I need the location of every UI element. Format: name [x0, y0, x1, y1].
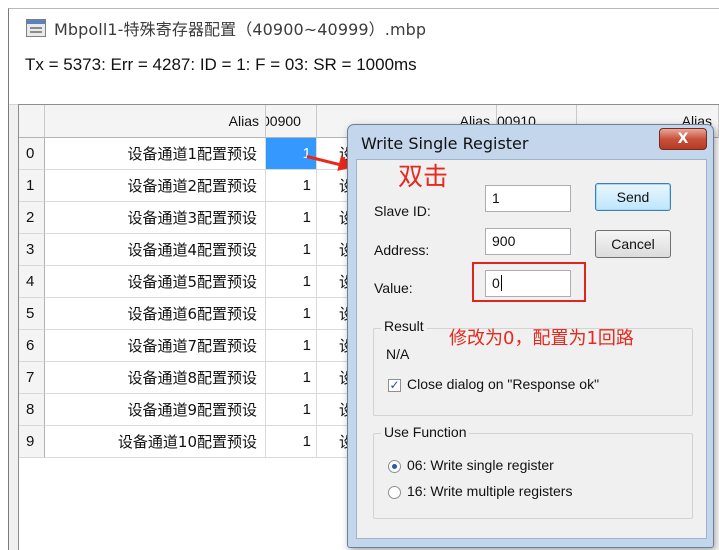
row-index[interactable]: 2 [19, 202, 45, 234]
close-on-ok-checkbox[interactable]: ✓ [388, 379, 401, 392]
row-index[interactable]: 3 [19, 234, 45, 266]
value-cell[interactable]: 1 [266, 170, 317, 202]
slave-id-label: Slave ID: [374, 203, 431, 219]
row-index[interactable]: 6 [19, 330, 45, 362]
alias-cell[interactable]: 设备通道10配置预设 [45, 426, 266, 458]
slave-id-input[interactable]: 1 [485, 185, 571, 212]
value-highlight-box [472, 262, 586, 302]
use-function-group [373, 433, 693, 519]
use-function-title: Use Function [381, 424, 470, 440]
send-button[interactable]: Send [595, 183, 671, 211]
address-label: Address: [374, 242, 430, 258]
value-cell[interactable]: 1 [266, 202, 317, 234]
value-cell[interactable]: 1 [266, 394, 317, 426]
value-cell[interactable]: 1 [266, 330, 317, 362]
alias-cell[interactable]: 设备通道9配置预设 [45, 394, 266, 426]
status-line: Tx = 5373: Err = 4287: ID = 1: F = 03: S… [25, 55, 417, 74]
window-title: Mbpoll1-特殊寄存器配置（40900~40999）.mbp [54, 20, 427, 39]
column-header-alias[interactable]: Alias [45, 105, 266, 138]
double-click-annotation: 双击 [398, 162, 449, 191]
alias-cell[interactable]: 设备通道8配置预设 [45, 362, 266, 394]
function-16-radio[interactable] [388, 486, 401, 499]
column-header-address[interactable]: 00900 [266, 105, 317, 138]
address-input[interactable]: 900 [485, 228, 571, 255]
corner-header [19, 105, 45, 138]
column-header-address-label: 00900 [266, 113, 301, 129]
value-cell[interactable]: 1 [266, 266, 317, 298]
function-06-radio[interactable] [388, 460, 401, 473]
function-06-label: 06: Write single register [407, 457, 554, 473]
close-on-ok-label: Close dialog on "Response ok" [407, 376, 600, 392]
dialog-title: Write Single Register [361, 134, 529, 153]
value-cell[interactable]: 1 [266, 234, 317, 266]
alias-cell[interactable]: 设备通道3配置预设 [45, 202, 266, 234]
title-bar: Mbpoll1-特殊寄存器配置（40900~40999）.mbp [9, 9, 719, 47]
row-index[interactable]: 7 [19, 362, 45, 394]
value-cell[interactable]: 1 [266, 138, 317, 170]
cancel-button[interactable]: Cancel [595, 230, 671, 258]
value-label: Value: [374, 280, 413, 296]
value-cell[interactable]: 1 [266, 426, 317, 458]
value-cell[interactable]: 1 [266, 362, 317, 394]
app-window-icon [26, 19, 46, 37]
function-16-label: 16: Write multiple registers [407, 483, 573, 499]
alias-cell[interactable]: 设备通道7配置预设 [45, 330, 266, 362]
value-cell[interactable]: 1 [266, 298, 317, 330]
alias-cell[interactable]: 设备通道1配置预设 [45, 138, 266, 170]
result-group-title: Result [381, 318, 427, 334]
alias-cell[interactable]: 设备通道4配置预设 [45, 234, 266, 266]
modify-note-annotation: 修改为0，配置为1回路 [449, 328, 634, 349]
dialog-close-button[interactable]: X [659, 128, 707, 150]
row-index[interactable]: 4 [19, 266, 45, 298]
alias-cell[interactable]: 设备通道2配置预设 [45, 170, 266, 202]
alias-cell[interactable]: 设备通道5配置预设 [45, 266, 266, 298]
row-index[interactable]: 0 [19, 138, 45, 170]
row-index[interactable]: 5 [19, 298, 45, 330]
row-index[interactable]: 8 [19, 394, 45, 426]
row-index[interactable]: 9 [19, 426, 45, 458]
result-value: N/A [386, 346, 410, 362]
alias-cell[interactable]: 设备通道6配置预设 [45, 298, 266, 330]
row-index[interactable]: 1 [19, 170, 45, 202]
